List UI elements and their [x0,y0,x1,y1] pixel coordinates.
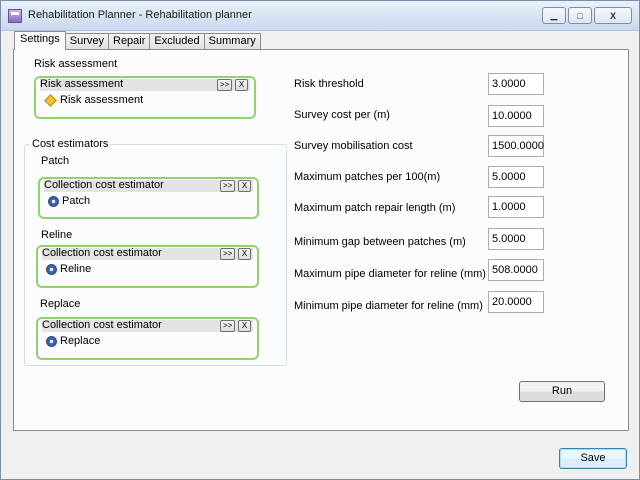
min-reline-diameter-input[interactable]: 20.0000 [488,291,544,313]
tab-repair[interactable]: Repair [108,33,151,50]
reline-remove-button[interactable]: X [238,248,251,260]
max-reline-diameter-label: Maximum pipe diameter for reline (mm) [294,268,486,280]
patch-estimator-box[interactable]: Collection cost estimator >> X Patch [38,177,259,219]
reline-box-header: Collection cost estimator >> X [42,247,253,260]
run-button[interactable]: Run [519,381,605,402]
caption-buttons: ▁ □ X [542,7,632,24]
settings-tab-page: Risk assessment Risk assessment >> X Ris… [13,49,629,431]
replace-item-label: Replace [60,335,101,347]
patch-expand-button[interactable]: >> [220,180,235,192]
risk-assessment-box-title: Risk assessment [40,78,124,90]
risk-remove-button[interactable]: X [235,79,248,91]
risk-assessment-box-header: Risk assessment >> X [40,78,250,91]
patch-item-label: Patch [62,195,91,207]
replace-expand-button[interactable]: >> [220,320,235,332]
app-icon [8,9,22,23]
window-title: Rehabilitation Planner - Rehabilitation … [28,9,252,21]
risk-expand-button[interactable]: >> [217,79,232,91]
survey-mobilisation-input[interactable]: 1500.0000 [488,135,544,157]
cost-estimator-icon [46,335,57,347]
replace-heading: Replace [40,298,81,310]
main-window: Rehabilitation Planner - Rehabilitation … [0,0,640,480]
cost-estimator-icon [48,195,59,207]
min-gap-label: Minimum gap between patches (m) [294,236,466,248]
reline-box-buttons: >> X [220,248,251,260]
max-patches-label: Maximum patches per 100(m) [294,171,441,183]
survey-mobilisation-label: Survey mobilisation cost [294,140,413,152]
reline-estimator-box[interactable]: Collection cost estimator >> X Reline [36,245,259,288]
risk-assessment-box[interactable]: Risk assessment >> X Risk assessment [34,76,256,119]
risk-assessment-box-buttons: >> X [217,79,248,91]
risk-threshold-input[interactable]: 3.0000 [488,73,544,95]
replace-box-title: Collection cost estimator [42,319,162,331]
maximize-button[interactable]: □ [568,7,592,24]
replace-item[interactable]: Replace [46,334,100,348]
min-gap-input[interactable]: 5.0000 [488,228,544,250]
title-bar[interactable]: Rehabilitation Planner - Rehabilitation … [1,1,639,31]
patch-box-title: Collection cost estimator [44,179,164,191]
risk-assessment-item-label: Risk assessment [60,94,144,106]
reline-heading: Reline [41,229,73,241]
max-patches-input[interactable]: 5.0000 [488,166,544,188]
replace-remove-button[interactable]: X [238,320,251,332]
max-patch-length-label: Maximum patch repair length (m) [294,202,456,214]
patch-item[interactable]: Patch [48,194,90,208]
tab-strip: Settings Survey Repair Excluded Summary [14,31,261,50]
replace-box-buttons: >> X [220,320,251,332]
save-button[interactable]: Save [559,448,627,469]
survey-cost-label: Survey cost per (m) [294,109,390,121]
reline-item[interactable]: Reline [46,262,91,276]
patch-box-header: Collection cost estimator >> X [44,179,253,192]
reline-expand-button[interactable]: >> [220,248,235,260]
min-reline-diameter-label: Minimum pipe diameter for reline (mm) [294,300,483,312]
patch-heading: Patch [41,155,70,167]
max-patch-length-input[interactable]: 1.0000 [488,196,544,218]
tab-settings[interactable]: Settings [14,31,66,50]
cost-estimators-group: Cost estimators Patch Collection cost es… [24,138,287,366]
reline-item-label: Reline [60,263,92,275]
minimize-button[interactable]: ▁ [542,7,566,24]
tab-excluded[interactable]: Excluded [149,33,205,50]
patch-remove-button[interactable]: X [238,180,251,192]
max-reline-diameter-input[interactable]: 508.0000 [488,259,544,281]
patch-box-buttons: >> X [220,180,251,192]
risk-threshold-label: Risk threshold [294,78,364,90]
replace-estimator-box[interactable]: Collection cost estimator >> X Replace [36,317,259,360]
tab-survey[interactable]: Survey [64,33,109,50]
tab-summary[interactable]: Summary [203,33,261,50]
risk-assessment-icon [44,93,57,107]
risk-assessment-item[interactable]: Risk assessment [44,93,143,107]
cost-estimator-icon [46,263,57,275]
reline-box-title: Collection cost estimator [42,247,162,259]
cost-estimators-title: Cost estimators [30,138,111,150]
replace-box-header: Collection cost estimator >> X [42,319,253,332]
risk-assessment-heading: Risk assessment [34,58,118,70]
close-button[interactable]: X [594,7,632,24]
survey-cost-input[interactable]: 10.0000 [488,105,544,127]
